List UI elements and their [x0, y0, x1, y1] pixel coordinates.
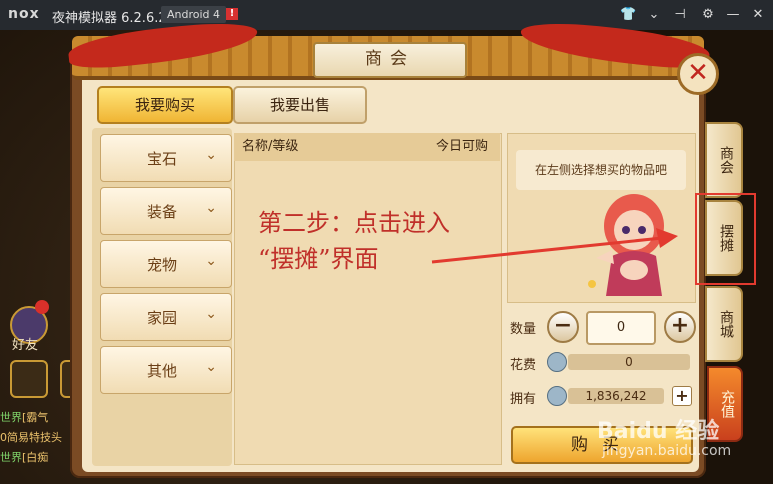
baidu-watermark: Baidu 经验 — [597, 419, 720, 444]
watermark-url: jingyan.baidu.com — [602, 443, 732, 459]
annotation-arrow — [431, 228, 678, 264]
